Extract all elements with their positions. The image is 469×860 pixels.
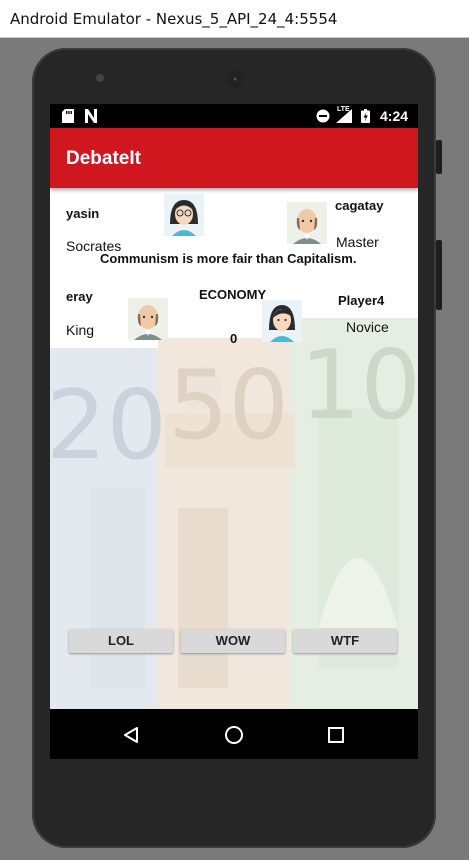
- player2-name: cagatay: [335, 198, 384, 213]
- player4-name: Player4: [338, 293, 385, 308]
- app-bar: DebateIt: [50, 128, 418, 188]
- debate-room: 20 50 10 yasin Socrates cagatay Master C…: [50, 188, 418, 709]
- front-camera: [96, 74, 104, 82]
- do-not-disturb-icon: [316, 109, 330, 123]
- wtf-button[interactable]: WTF: [293, 629, 397, 653]
- bald-man-avatar-icon: [128, 298, 168, 340]
- status-time: 4:24: [380, 108, 409, 124]
- svg-text:50: 50: [168, 351, 289, 461]
- power-button[interactable]: [436, 140, 442, 174]
- n-notification-icon: [85, 109, 97, 123]
- device-screen: LTE 4:24 DebateIt 20 50 10 yasin Socrate…: [50, 104, 418, 759]
- sd-card-icon: [62, 109, 74, 123]
- player4-rank: Novice: [346, 319, 389, 335]
- debate-topic: Communism is more fair than Capitalism.: [100, 251, 357, 266]
- svg-text:10: 10: [300, 331, 418, 441]
- volume-button[interactable]: [436, 240, 442, 310]
- lol-button[interactable]: LOL: [69, 629, 173, 653]
- svg-text:20: 20: [50, 371, 167, 481]
- signal-icon: [336, 109, 352, 123]
- wow-button[interactable]: WOW: [181, 629, 285, 653]
- window-title: Android Emulator - Nexus_5_API_24_4:5554: [10, 10, 338, 28]
- player1-name: yasin: [66, 206, 100, 221]
- battery-charging-icon: [361, 109, 370, 123]
- navigation-bar: [50, 709, 418, 759]
- female-glasses-avatar-icon: [164, 194, 204, 236]
- player3-name: eray: [66, 289, 93, 304]
- home-icon[interactable]: [223, 724, 245, 746]
- player2-rank: Master: [336, 234, 379, 250]
- window-title-bar: Android Emulator - Nexus_5_API_24_4:5554: [0, 0, 469, 38]
- app-title: DebateIt: [66, 148, 141, 169]
- player3-rank: King: [66, 322, 95, 338]
- recents-icon[interactable]: [327, 726, 345, 744]
- earpiece-speaker: [226, 70, 244, 88]
- back-icon[interactable]: [122, 726, 140, 744]
- debate-score: 0: [230, 331, 238, 346]
- debate-category: ECONOMY: [199, 287, 267, 302]
- status-bar: LTE 4:24: [50, 104, 418, 128]
- bald-man-avatar-icon: [287, 202, 327, 244]
- female-avatar-icon: [262, 300, 302, 342]
